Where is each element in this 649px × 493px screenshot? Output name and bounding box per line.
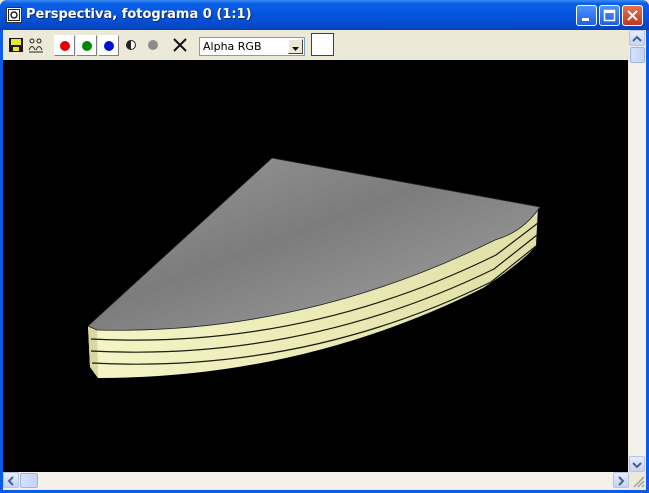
red-channel-button[interactable] <box>54 35 75 56</box>
resize-grip-icon[interactable] <box>629 472 646 489</box>
horizontal-scrollbar[interactable] <box>3 472 629 489</box>
minimize-icon <box>582 18 589 21</box>
blue-channel-button[interactable] <box>98 35 119 56</box>
channel-select[interactable]: Alpha RGB <box>199 37 305 56</box>
render-window: Perspectiva, fotograma 0 (1:1) Alpha RGB <box>0 0 649 493</box>
half-circle-icon[interactable] <box>122 36 140 54</box>
chevron-down-icon[interactable] <box>288 39 303 54</box>
blue-dot-icon <box>104 41 114 51</box>
scroll-up-button[interactable] <box>629 30 645 46</box>
rendered-object <box>87 157 541 378</box>
vertical-scrollbar[interactable] <box>629 30 646 472</box>
slab-top-face <box>87 157 541 331</box>
clone-icon[interactable] <box>27 36 45 54</box>
green-dot-icon <box>82 41 92 51</box>
red-dot-icon <box>60 41 70 51</box>
toolbar: Alpha RGB <box>3 30 628 60</box>
window-client: Alpha RGB <box>3 30 646 490</box>
frame-window-icon[interactable] <box>6 7 22 23</box>
vertical-scroll-thumb[interactable] <box>630 47 645 63</box>
horizontal-scroll-thumb[interactable] <box>20 473 38 488</box>
scroll-down-button[interactable] <box>629 456 645 472</box>
window-title: Perspectiva, fotograma 0 (1:1) <box>26 7 252 22</box>
scroll-left-button[interactable] <box>3 472 19 488</box>
channel-select-value: Alpha RGB <box>203 40 262 53</box>
green-channel-button[interactable] <box>76 35 97 56</box>
close-button[interactable] <box>622 5 643 26</box>
close-x-icon[interactable] <box>171 36 189 54</box>
scroll-right-button[interactable] <box>613 472 629 488</box>
slab-end-face <box>88 326 98 378</box>
color-swatch[interactable] <box>311 33 334 56</box>
close-icon <box>627 10 638 21</box>
minimize-button[interactable] <box>576 5 597 26</box>
maximize-button[interactable] <box>599 5 620 26</box>
render-viewport <box>3 60 628 472</box>
save-icon[interactable] <box>7 36 25 54</box>
gray-dot-icon[interactable] <box>144 36 162 54</box>
title-bar[interactable]: Perspectiva, fotograma 0 (1:1) <box>0 0 649 30</box>
maximize-icon <box>603 9 616 22</box>
